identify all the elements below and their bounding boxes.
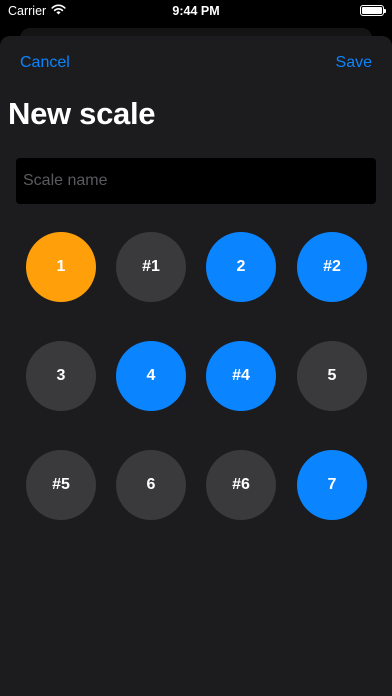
note-button[interactable]: #5 bbox=[26, 450, 96, 520]
battery-icon bbox=[360, 5, 386, 16]
status-time: 9:44 PM bbox=[172, 4, 220, 18]
status-bar: Carrier 9:44 PM bbox=[0, 0, 392, 22]
note-button[interactable]: 5 bbox=[297, 341, 367, 411]
screen: Carrier 9:44 PM Cancel Save New scale Sc… bbox=[0, 0, 392, 696]
note-button[interactable]: #2 bbox=[297, 232, 367, 302]
note-button[interactable]: #4 bbox=[206, 341, 276, 411]
note-button[interactable]: #1 bbox=[116, 232, 186, 302]
note-button[interactable]: 4 bbox=[116, 341, 186, 411]
note-button[interactable]: 2 bbox=[206, 232, 276, 302]
note-button[interactable]: 1 bbox=[26, 232, 96, 302]
note-grid: 1 #1 2 #2 3 4 #4 5 #5 6 #6 7 bbox=[0, 36, 392, 696]
note-button[interactable]: 6 bbox=[116, 450, 186, 520]
new-scale-sheet: Cancel Save New scale 1#12#234#45#56#67 bbox=[0, 36, 392, 696]
note-button[interactable]: #6 bbox=[206, 450, 276, 520]
status-right bbox=[360, 5, 386, 16]
note-button[interactable]: 7 bbox=[297, 450, 367, 520]
note-button[interactable]: 3 bbox=[26, 341, 96, 411]
